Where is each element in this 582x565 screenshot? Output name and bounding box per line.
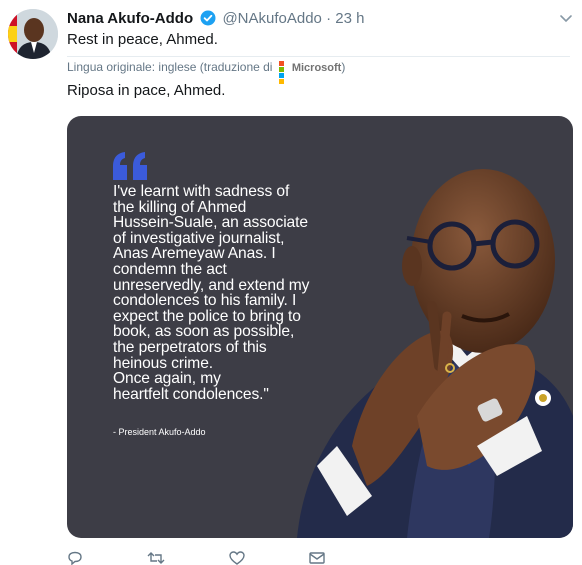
translation-provider[interactable]: Microsoft — [292, 62, 342, 74]
portrait-image — [297, 169, 573, 538]
translated-text: Riposa in pace, Ahmed. — [67, 82, 226, 99]
retweet-button[interactable] — [147, 551, 165, 565]
heart-icon — [229, 551, 245, 565]
reply-icon — [68, 551, 82, 565]
quote-mark-icon — [113, 152, 147, 180]
like-button[interactable] — [229, 551, 245, 565]
microsoft-logo-icon — [278, 61, 290, 84]
separator-dot: · — [326, 10, 332, 27]
tweet-image[interactable]: I've learnt with sadness of the killing … — [67, 116, 573, 538]
author-name[interactable]: Nana Akufo-Addo — [67, 10, 193, 27]
tweet-actions — [67, 551, 367, 565]
reply-button[interactable] — [67, 551, 83, 565]
translation-note-label: Lingua originale: inglese (traduzione di — [67, 60, 273, 74]
translation-note: Lingua originale: inglese (traduzione di… — [67, 60, 346, 84]
verified-badge-icon — [200, 10, 216, 26]
retweet-icon — [147, 552, 165, 564]
tweet-text: Rest in peace, Ahmed. — [67, 31, 218, 48]
avatar[interactable] — [8, 9, 58, 59]
avatar-image — [8, 9, 58, 59]
direct-message-button[interactable] — [309, 551, 325, 565]
translation-note-end: ) — [341, 60, 346, 74]
tweet-header: Nana Akufo-Addo @NAkufoAddo · 23 h — [67, 10, 572, 30]
author-handle[interactable]: @NAkufoAddo — [222, 10, 321, 27]
tweet-timestamp[interactable]: 23 h — [335, 10, 364, 27]
direct-message-icon — [309, 552, 325, 564]
quote-attribution: - President Akufo-Addo — [113, 427, 206, 437]
chevron-down-icon[interactable] — [558, 10, 574, 26]
divider — [67, 56, 570, 57]
